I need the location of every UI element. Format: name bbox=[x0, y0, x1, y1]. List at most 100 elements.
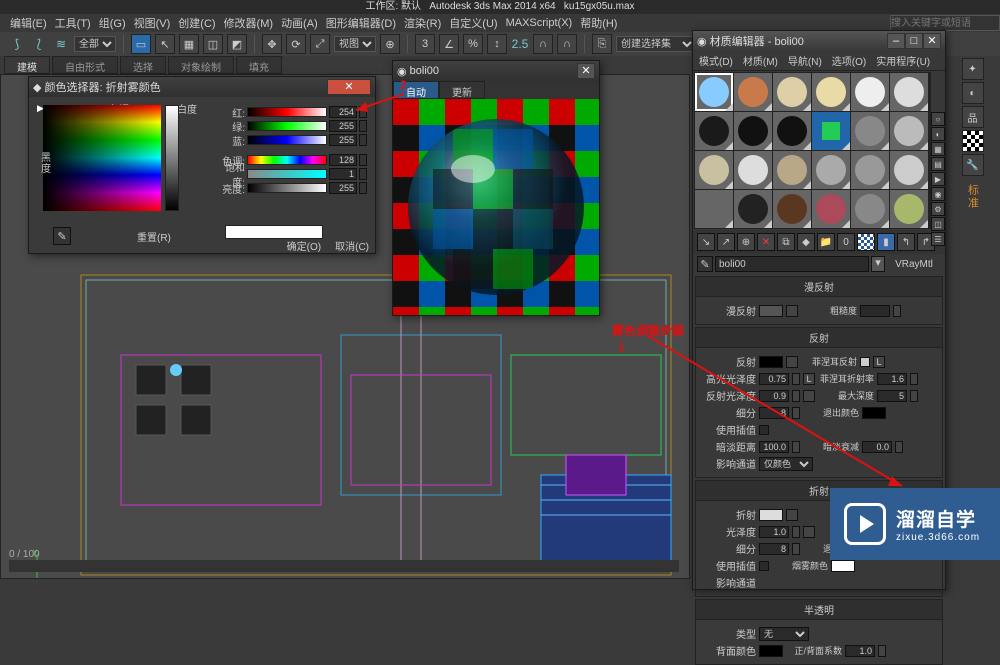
put-to-lib-icon[interactable]: 📁 bbox=[817, 233, 835, 251]
glossy-spinner[interactable] bbox=[792, 526, 800, 538]
refract-map-button[interactable] bbox=[786, 509, 798, 521]
reset-map-icon[interactable]: ✕ bbox=[757, 233, 775, 251]
mat-menu-util[interactable]: 实用程序(U) bbox=[876, 53, 930, 68]
sample-slot[interactable] bbox=[773, 190, 811, 228]
h-slider[interactable] bbox=[247, 155, 327, 165]
snap-icon[interactable]: 3 bbox=[415, 34, 435, 54]
rglossy-map[interactable] bbox=[803, 390, 815, 402]
show-map-icon[interactable] bbox=[857, 233, 875, 251]
menu-edit[interactable]: 编辑(E) bbox=[10, 15, 47, 31]
coord-combo[interactable]: 视图 bbox=[334, 36, 376, 52]
named-sel-icon[interactable]: ⎘ bbox=[592, 34, 612, 54]
refract-swatch[interactable] bbox=[759, 509, 783, 521]
subdiv-value[interactable]: 8 bbox=[759, 407, 789, 419]
rotate-icon[interactable]: ⟳ bbox=[286, 34, 306, 54]
reset-button[interactable]: 重置(R) bbox=[137, 229, 171, 244]
diffuse-map-button[interactable] bbox=[786, 305, 798, 317]
frontback-value[interactable]: 1.0 bbox=[845, 645, 875, 657]
g-value[interactable]: 255 bbox=[329, 120, 357, 132]
menu-view[interactable]: 视图(V) bbox=[134, 15, 171, 31]
fresnel-checkbox[interactable] bbox=[860, 357, 870, 367]
show-end-icon[interactable]: ▮ bbox=[877, 233, 895, 251]
uv-tile-icon[interactable]: ▤ bbox=[931, 157, 945, 171]
menu-maxscript[interactable]: MAXScript(X) bbox=[506, 17, 573, 29]
useinterp-checkbox[interactable] bbox=[759, 425, 769, 435]
rollup-diffuse-header[interactable]: 漫反射 bbox=[696, 277, 942, 297]
mat-menu-mode[interactable]: 模式(D) bbox=[699, 53, 733, 68]
sample-slot[interactable] bbox=[773, 73, 811, 111]
menu-group[interactable]: 组(G) bbox=[99, 15, 126, 31]
video-check-icon[interactable]: ▶ bbox=[931, 172, 945, 186]
fresnel-ior-value[interactable]: 1.6 bbox=[877, 373, 907, 385]
select-region-icon[interactable]: ◫ bbox=[203, 34, 223, 54]
pick-material-icon[interactable]: ✎ bbox=[697, 256, 713, 272]
hglossy-lock[interactable]: L bbox=[803, 373, 815, 385]
s-value[interactable]: 1 bbox=[329, 168, 357, 180]
link-icon[interactable]: ⟆ bbox=[8, 35, 26, 53]
rollup-reflect-header[interactable]: 反射 bbox=[696, 328, 942, 348]
sample-slot[interactable] bbox=[734, 151, 772, 189]
create-tab-icon[interactable]: ✦ bbox=[962, 58, 984, 80]
magnet2-icon[interactable]: ∩ bbox=[557, 34, 577, 54]
exitcolor-swatch[interactable] bbox=[862, 407, 886, 419]
sample-slot[interactable] bbox=[851, 151, 889, 189]
hierarchy-tab-icon[interactable]: 品 bbox=[962, 106, 984, 128]
name-dropdown[interactable]: ▾ bbox=[871, 256, 885, 272]
frontback-spinner[interactable] bbox=[878, 645, 886, 657]
select-button[interactable]: ▭ bbox=[131, 34, 151, 54]
background-icon[interactable]: ▦ bbox=[931, 142, 945, 156]
diffuse-swatch[interactable] bbox=[759, 305, 783, 317]
rglossy-spinner[interactable] bbox=[792, 390, 800, 402]
h-value[interactable]: 128 bbox=[329, 154, 357, 166]
subdiv2-value[interactable]: 8 bbox=[759, 543, 789, 555]
backside-swatch[interactable] bbox=[759, 645, 783, 657]
v-spinner[interactable] bbox=[359, 182, 367, 194]
sample-slot[interactable] bbox=[812, 73, 850, 111]
search-input[interactable] bbox=[890, 15, 1000, 31]
menu-modifiers[interactable]: 修改器(M) bbox=[224, 15, 274, 31]
material-name-input[interactable] bbox=[715, 256, 869, 272]
b-value[interactable]: 255 bbox=[329, 134, 357, 146]
eyedropper-icon[interactable]: ✎ bbox=[53, 227, 71, 245]
sample-slot[interactable] bbox=[851, 73, 889, 111]
mat-menu-material[interactable]: 材质(M) bbox=[743, 53, 778, 68]
sample-slot[interactable] bbox=[812, 112, 850, 150]
mat-map-nav-icon[interactable]: ☰ bbox=[931, 232, 945, 246]
window-crossing-icon[interactable]: ◩ bbox=[227, 34, 247, 54]
hglossy-value[interactable]: 0.75 bbox=[759, 373, 789, 385]
dimdist-spinner[interactable] bbox=[792, 441, 800, 453]
sample-slot[interactable] bbox=[695, 73, 733, 111]
cancel-button[interactable]: 取消(C) bbox=[335, 238, 369, 253]
menu-customize[interactable]: 自定义(U) bbox=[449, 15, 497, 31]
tab-objectpaint[interactable]: 对象绘制 bbox=[168, 56, 234, 74]
tab-update[interactable]: 更新 bbox=[439, 81, 485, 99]
useinterp2-checkbox[interactable] bbox=[759, 561, 769, 571]
reflect-map-button[interactable] bbox=[786, 356, 798, 368]
make-copy-icon[interactable]: ⧉ bbox=[777, 233, 795, 251]
spinner-snap-icon[interactable]: ↕ bbox=[487, 34, 507, 54]
select-by-mat-icon[interactable]: ◫ bbox=[931, 217, 945, 231]
glossy-value[interactable]: 1.0 bbox=[759, 526, 789, 538]
matid-icon[interactable]: 0 bbox=[837, 233, 855, 251]
utilities-tab-icon[interactable]: 🔧 bbox=[962, 154, 984, 176]
scale-icon[interactable]: ⤢ bbox=[310, 34, 330, 54]
mat-menu-nav[interactable]: 导航(N) bbox=[788, 53, 822, 68]
affect-combo[interactable]: 仅颜色 bbox=[759, 457, 813, 471]
dimfall-spinner[interactable] bbox=[895, 441, 903, 453]
g-slider[interactable] bbox=[247, 121, 327, 131]
tab-freeform[interactable]: 自由形式 bbox=[52, 56, 118, 74]
r-value[interactable]: 254 bbox=[329, 106, 357, 118]
sample-type-icon[interactable]: ○ bbox=[931, 112, 945, 126]
move-icon[interactable]: ✥ bbox=[262, 34, 282, 54]
go-parent-icon[interactable]: ↰ bbox=[897, 233, 915, 251]
menu-create[interactable]: 创建(C) bbox=[178, 15, 215, 31]
close-button[interactable]: ✕ bbox=[327, 79, 371, 95]
select-arrow-icon[interactable]: ↖ bbox=[155, 34, 175, 54]
fresnel-lock-button[interactable]: L bbox=[873, 356, 885, 368]
select-name-icon[interactable]: ▦ bbox=[179, 34, 199, 54]
b-spinner[interactable] bbox=[359, 134, 367, 146]
time-slider[interactable] bbox=[9, 560, 679, 572]
sample-slot[interactable] bbox=[890, 73, 928, 111]
options-icon[interactable]: ⚙ bbox=[931, 202, 945, 216]
unlink-icon[interactable]: ⟅ bbox=[30, 35, 48, 53]
